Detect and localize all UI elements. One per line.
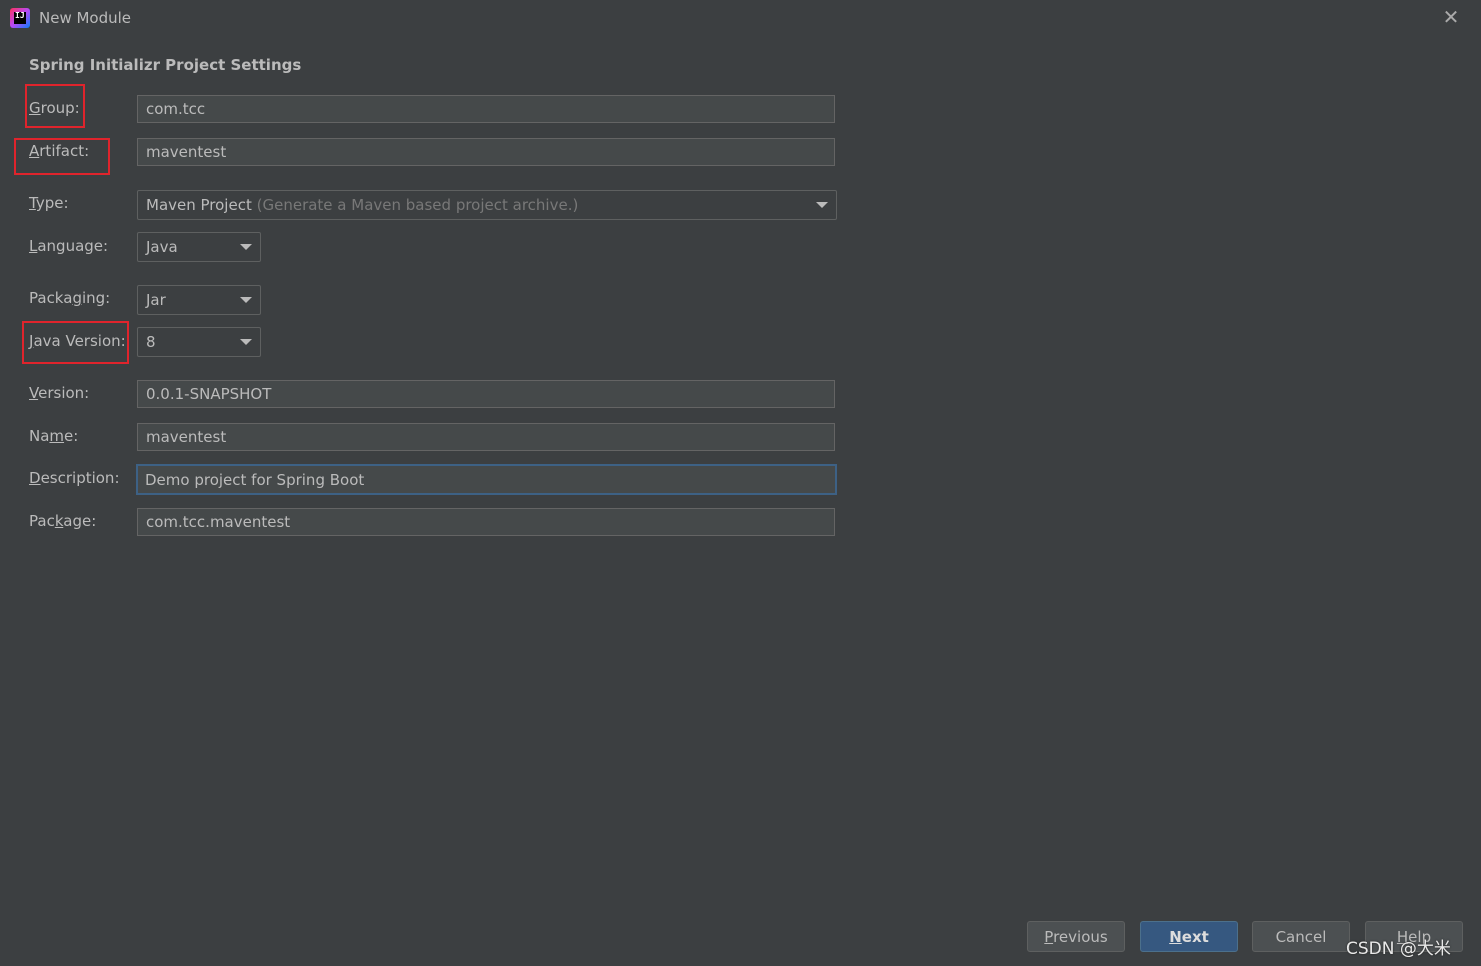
name-label: Name: xyxy=(29,427,79,445)
help-button[interactable]: Help xyxy=(1365,921,1463,952)
chevron-down-icon xyxy=(240,244,252,250)
chevron-down-icon xyxy=(816,202,828,208)
section-title: Spring Initializr Project Settings xyxy=(29,56,302,74)
language-value: Java xyxy=(146,238,178,256)
description-field[interactable] xyxy=(136,464,837,495)
java-version-label: Java Version: xyxy=(29,332,126,350)
version-field[interactable] xyxy=(137,380,835,408)
language-label: Language: xyxy=(29,237,109,255)
previous-button[interactable]: Previous xyxy=(1027,921,1125,952)
language-dropdown[interactable]: Java xyxy=(137,232,261,262)
close-icon[interactable]: ✕ xyxy=(1440,6,1462,28)
type-value: Maven Project xyxy=(146,196,252,214)
artifact-field[interactable] xyxy=(137,138,835,166)
version-label: Version: xyxy=(29,384,90,402)
package-field[interactable] xyxy=(137,508,835,536)
artifact-label: Artifact: xyxy=(29,142,90,160)
cancel-button[interactable]: Cancel xyxy=(1252,921,1350,952)
type-dropdown[interactable]: Maven Project (Generate a Maven based pr… xyxy=(137,190,837,220)
chevron-down-icon xyxy=(240,297,252,303)
window-title: New Module xyxy=(39,9,132,27)
intellij-idea-icon: IJ xyxy=(10,8,30,28)
name-field[interactable] xyxy=(137,423,835,451)
packaging-value: Jar xyxy=(146,291,166,309)
packaging-label: Packaging: xyxy=(29,289,111,307)
group-field[interactable] xyxy=(137,95,835,123)
type-hint: (Generate a Maven based project archive.… xyxy=(256,196,579,214)
group-label: Group: xyxy=(29,99,80,117)
package-label: Package: xyxy=(29,512,97,530)
packaging-dropdown[interactable]: Jar xyxy=(137,285,261,315)
chevron-down-icon xyxy=(240,339,252,345)
type-label: Type: xyxy=(29,194,69,212)
title-bar: IJ New Module ✕ xyxy=(0,0,1481,36)
description-label: Description: xyxy=(29,469,120,487)
next-button[interactable]: Next xyxy=(1140,921,1238,952)
java-version-value: 8 xyxy=(146,333,156,351)
java-version-dropdown[interactable]: 8 xyxy=(137,327,261,357)
